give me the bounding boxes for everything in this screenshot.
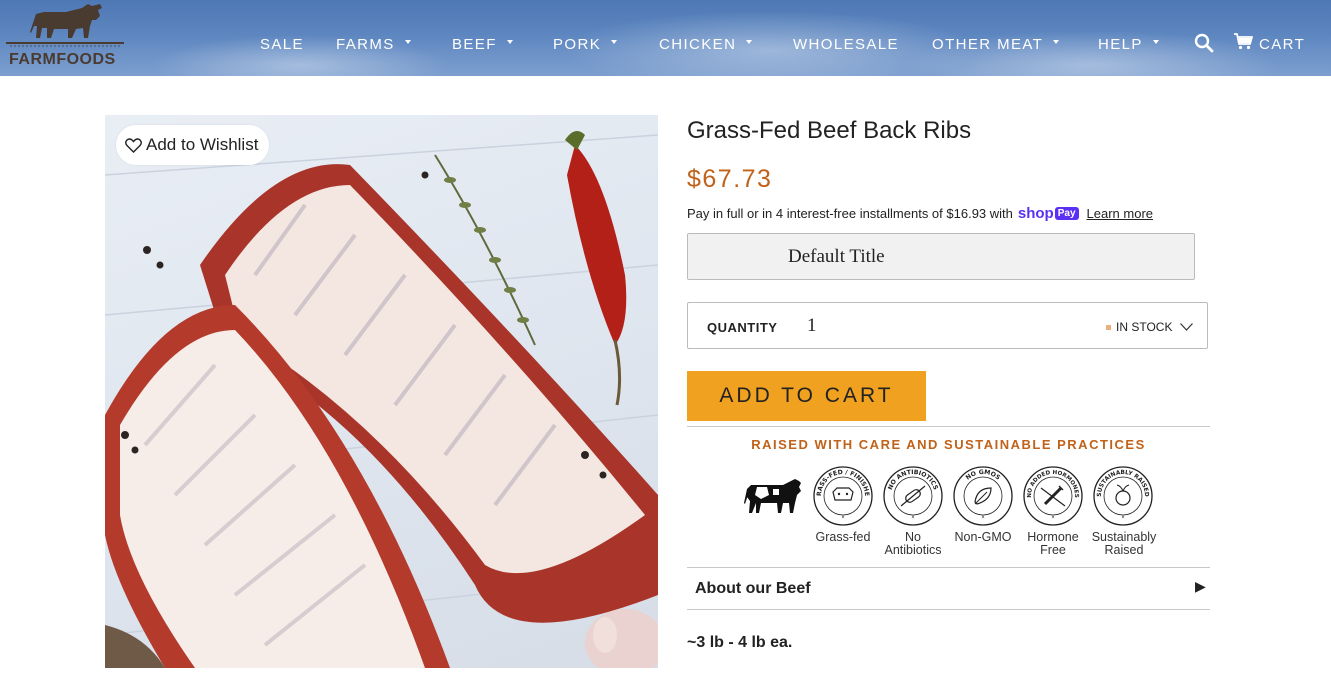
shop-pay-logo: shop [1017,205,1054,222]
nav-beef[interactable]: BEEF [452,36,513,53]
add-to-cart-button[interactable]: ADD TO CART [687,371,926,421]
site-header: FARMFOODS SALE FARMS BEEF PORK CHICKEN W… [0,0,1331,100]
nav-label: HELP [1098,36,1143,53]
caret-down-icon [506,39,513,44]
quantity-label: QUANTITY [707,320,778,335]
badge-label-non-gmo: Non-GMO [943,531,1023,544]
badge-label-grass-fed: Grass-fed [803,531,883,544]
caret-down-icon [1053,39,1060,44]
expand-arrow-icon[interactable]: ▶ [1195,578,1206,595]
svg-text:×: × [981,515,985,521]
about-beef-toggle[interactable]: About our Beef [695,580,811,598]
nav-label: SALE [260,36,304,53]
ribs-photo [105,131,658,668]
badge-label-sustainably-raised: Sustainably Raised [1084,531,1164,557]
svg-text:×: × [1051,515,1055,521]
cart-label: CART [1259,36,1306,53]
add-to-wishlist-button[interactable]: Add to Wishlist [116,125,270,165]
product-price: $67.73 [687,165,773,193]
nav-label: PORK [553,36,602,53]
svg-text:×: × [1121,515,1125,521]
nav-label: CHICKEN [659,36,737,53]
sustainably-raised-badge-icon: SUSTAINABLY RAISED × [1093,466,1153,526]
caret-down-icon [746,39,753,44]
svg-text:×: × [911,515,915,521]
heart-icon [125,137,142,153]
product-title: Grass-Fed Beef Back Ribs [687,117,972,144]
divider [687,567,1210,568]
badge-label-line: Grass-fed [815,530,871,544]
search-icon[interactable] [1194,33,1214,53]
cart-icon[interactable] [1234,33,1253,50]
nav-farms[interactable]: FARMS [336,36,411,53]
stock-status: IN STOCK [1106,320,1194,334]
badge-label-hormone-free: Hormone Free [1013,531,1093,557]
nav-chicken[interactable]: CHICKEN [659,36,753,53]
badge-label-line: Raised [1104,543,1144,557]
shop-pay-badge: Pay [1054,207,1079,220]
nav-pork[interactable]: PORK [553,36,618,53]
logo-text: FARMFOODS [9,51,116,68]
badge-label-line: Non-GMO [954,530,1012,544]
product-image[interactable] [105,115,658,668]
nav-wholesale[interactable]: WHOLESALE [793,36,899,53]
caret-down-icon [611,39,618,44]
badge-label-line: Antibiotics [884,543,942,557]
no-hormones-badge-icon: NO ADDED HORMONES × [1023,466,1083,526]
no-gmo-badge-icon: NO GMOS × [953,466,1013,526]
product-weight: ~3 lb - 4 lb ea. [687,634,793,651]
chevron-down-icon[interactable] [1180,323,1194,331]
svg-text:×: × [841,515,845,521]
nav-sale[interactable]: SALE [260,36,304,53]
installments-info: Pay in full or in 4 interest-free instal… [687,205,1153,222]
grass-fed-badge-icon: GRASS-FED / FINISHED × [813,466,873,526]
quantity-input[interactable]: 1 [807,315,817,337]
quantity-selector[interactable]: QUANTITY 1 IN STOCK [687,302,1208,349]
site-logo[interactable]: FARMFOODS [4,2,128,70]
nav-label: BEEF [452,36,497,53]
divider [687,426,1210,427]
nav-label: FARMS [336,36,395,53]
divider [687,609,1210,610]
caret-down-icon [404,39,411,44]
installments-text: Pay in full or in 4 interest-free instal… [687,206,1013,221]
nav-label: WHOLESALE [793,36,899,53]
learn-more-link[interactable]: Learn more [1087,206,1153,221]
badge-label-no-antibiotics: No Antibiotics [873,531,953,557]
cow-logo-icon [6,4,124,47]
cow-icon [744,479,801,513]
wishlist-label: Add to Wishlist [146,135,259,154]
variant-select[interactable]: Default Title [687,233,1195,280]
nav-label: OTHER MEAT [932,36,1044,53]
badge-label-line: Free [1040,543,1066,557]
variant-value: Default Title [788,245,885,267]
nav-other-meat[interactable]: OTHER MEAT [932,36,1060,53]
no-antibiotics-badge-icon: NO ANTIBIOTICS × [883,466,943,526]
stock-label: IN STOCK [1116,320,1173,334]
nav-help[interactable]: HELP [1098,36,1159,53]
stock-dot-icon [1106,324,1111,330]
caret-down-icon [1152,39,1159,44]
cart-link[interactable]: CART [1259,36,1305,53]
practices-heading: RAISED WITH CARE AND SUSTAINABLE PRACTIC… [751,437,1146,452]
